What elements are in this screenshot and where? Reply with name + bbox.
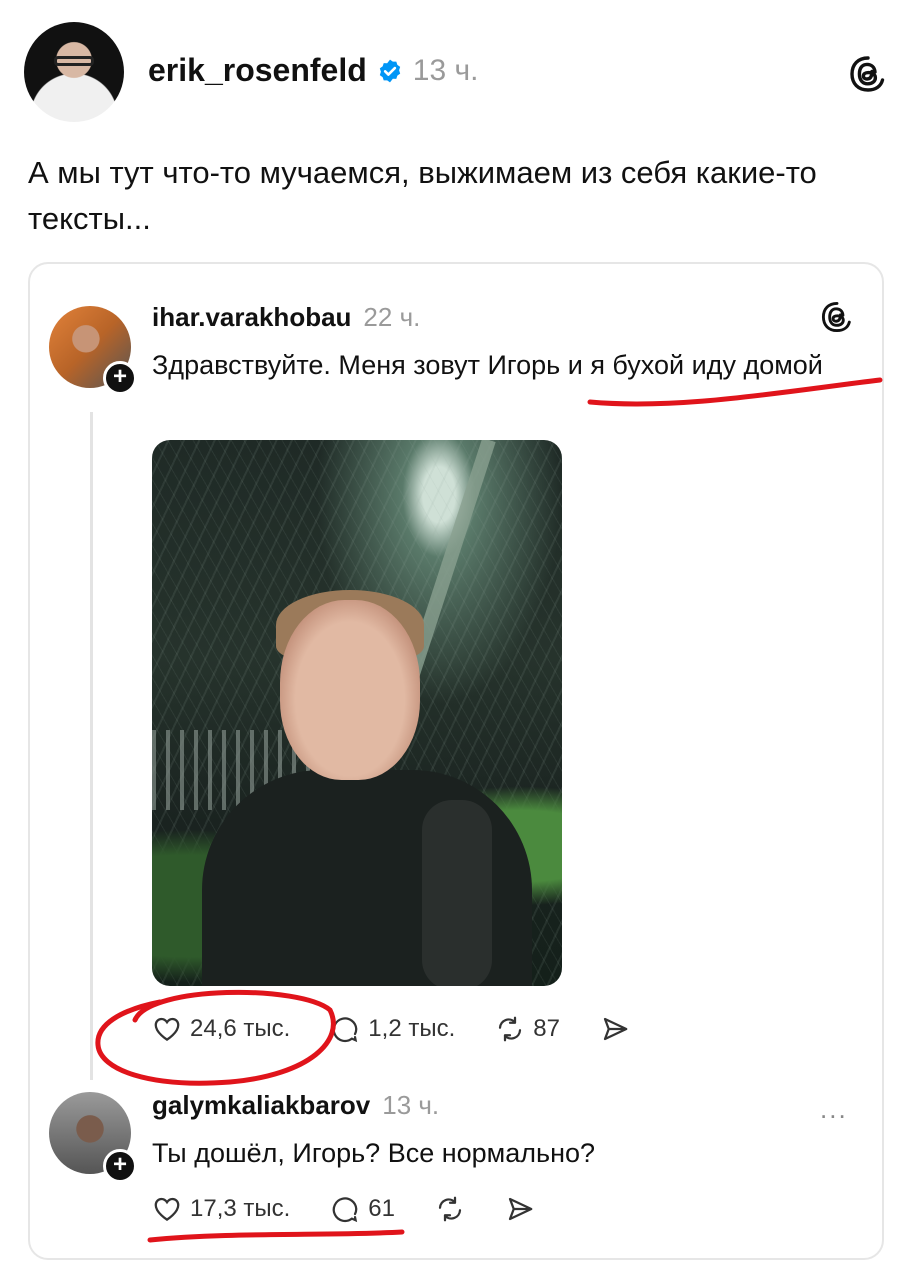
- quoted-username[interactable]: ihar.varakhobau: [152, 302, 351, 333]
- heart-icon: [154, 1197, 180, 1221]
- like-button[interactable]: 17,3 тыс.: [152, 1194, 290, 1224]
- repost-icon: [499, 1016, 522, 1042]
- main-time: 13 ч.: [412, 53, 479, 87]
- share-button[interactable]: [600, 1014, 630, 1044]
- comment-button[interactable]: 1,2 тыс.: [330, 1014, 455, 1044]
- like-count: 24,6 тыс.: [190, 1015, 291, 1042]
- threads-logo-icon[interactable]: [820, 300, 854, 334]
- like-button[interactable]: 24,6 тыс.: [152, 1014, 290, 1044]
- main-user-row: erik_rosenfeld 13 ч.: [148, 52, 478, 89]
- main-post-header: erik_rosenfeld 13 ч.: [24, 22, 888, 122]
- quoted-user-row: ihar.varakhobau 22 ч.: [152, 302, 420, 333]
- comment-count: 1,2 тыс.: [368, 1015, 456, 1042]
- quoted-time: 22 ч.: [363, 302, 421, 332]
- quoted-actions-bar: 24,6 тыс. 1,2 тыс. 87: [152, 1014, 670, 1044]
- reply-text: Ты дошёл, Игорь? Все нормально?: [152, 1138, 596, 1168]
- follow-plus-icon[interactable]: +: [103, 1149, 137, 1183]
- send-icon: [603, 1017, 628, 1041]
- share-button[interactable]: [505, 1194, 535, 1224]
- thread-connector-line: [90, 412, 93, 1080]
- comment-count: 61: [368, 1195, 395, 1222]
- post-photo[interactable]: [152, 440, 562, 986]
- follow-plus-icon[interactable]: +: [103, 361, 137, 395]
- reply-time: 13 ч.: [382, 1090, 440, 1120]
- repost-button[interactable]: 87: [495, 1014, 560, 1044]
- comment-bubble-icon: [332, 1197, 358, 1223]
- send-icon: [508, 1197, 533, 1221]
- reply-user-row: galymkaliakbarov 13 ч.: [152, 1090, 439, 1121]
- comment-button[interactable]: 61: [330, 1194, 395, 1224]
- more-options-icon[interactable]: ...: [820, 1094, 848, 1125]
- comment-bubble-icon: [332, 1017, 358, 1043]
- repost-count: 87: [533, 1015, 560, 1042]
- threads-logo-icon[interactable]: [848, 54, 888, 94]
- verified-badge-icon: [379, 59, 400, 82]
- repost-icon: [438, 1196, 462, 1222]
- like-count: 17,3 тыс.: [190, 1195, 291, 1222]
- reply-username[interactable]: galymkaliakbarov: [152, 1090, 370, 1121]
- repost-button[interactable]: [435, 1194, 465, 1224]
- main-avatar[interactable]: [24, 22, 124, 122]
- heart-icon: [154, 1017, 180, 1041]
- main-post-text: А мы тут что-то мучаемся, выжимаем из се…: [28, 155, 817, 236]
- quoted-post-text: Здравствуйте. Меня зовут Игорь и я бухой…: [152, 350, 823, 380]
- main-username[interactable]: erik_rosenfeld: [148, 52, 367, 89]
- reply-actions-bar: 17,3 тыс. 61: [152, 1194, 575, 1224]
